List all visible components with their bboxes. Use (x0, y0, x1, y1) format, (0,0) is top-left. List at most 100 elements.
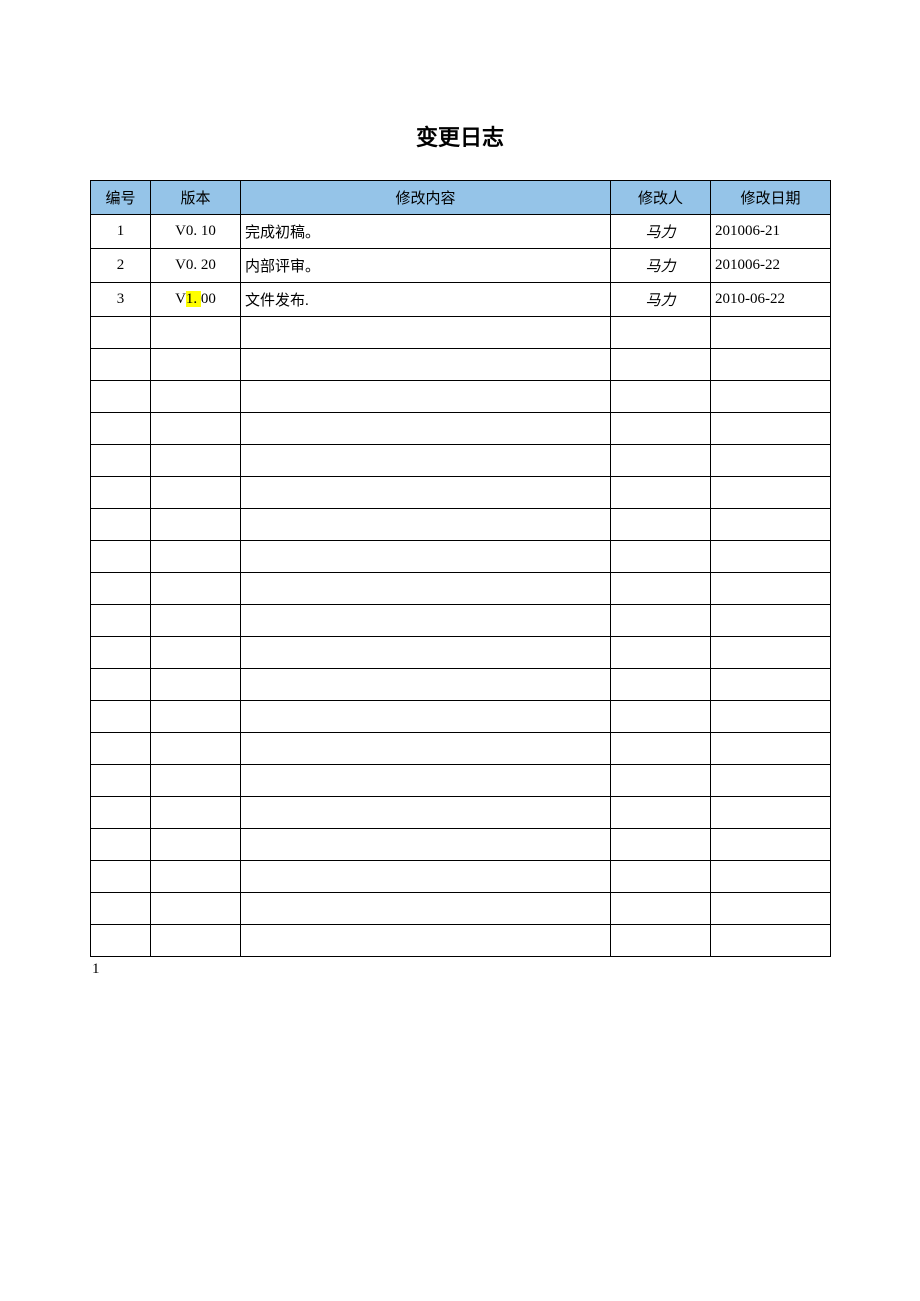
cell-modifier: 马力 (611, 249, 711, 283)
cell-empty (711, 637, 831, 669)
cell-empty (711, 445, 831, 477)
cell-empty (91, 605, 151, 637)
changelog-table: 编号 版本 修改内容 修改人 修改日期 1V0. 10完成初稿。马力201006… (90, 180, 831, 957)
cell-empty (91, 925, 151, 957)
cell-empty (91, 541, 151, 573)
cell-empty (241, 637, 611, 669)
cell-empty (91, 349, 151, 381)
cell-empty (611, 797, 711, 829)
cell-empty (241, 573, 611, 605)
cell-empty (241, 925, 611, 957)
version-highlight: 1. (186, 291, 201, 307)
cell-empty (711, 765, 831, 797)
cell-content: 内部评审。 (241, 249, 611, 283)
cell-empty (151, 445, 241, 477)
cell-empty (611, 861, 711, 893)
cell-empty (151, 861, 241, 893)
cell-empty (611, 445, 711, 477)
cell-empty (151, 413, 241, 445)
cell-empty (91, 765, 151, 797)
cell-empty (611, 829, 711, 861)
document-page: 变更日志 编号 版本 修改内容 修改人 修改日期 1V0. 10完成初稿。马力2… (0, 0, 920, 1018)
cell-empty (711, 733, 831, 765)
cell-empty (91, 797, 151, 829)
cell-empty (151, 925, 241, 957)
cell-empty (711, 893, 831, 925)
cell-content: 完成初稿。 (241, 215, 611, 249)
header-date: 修改日期 (711, 181, 831, 215)
cell-empty (611, 605, 711, 637)
cell-id: 3 (91, 283, 151, 317)
cell-empty (151, 541, 241, 573)
cell-empty (611, 317, 711, 349)
cell-empty (151, 573, 241, 605)
cell-empty (91, 893, 151, 925)
cell-empty (241, 445, 611, 477)
table-row-empty (91, 541, 831, 573)
version-prefix: V0. (175, 257, 201, 273)
cell-empty (91, 829, 151, 861)
cell-empty (91, 509, 151, 541)
table-row-empty (91, 509, 831, 541)
cell-empty (241, 733, 611, 765)
cell-empty (711, 605, 831, 637)
cell-empty (151, 381, 241, 413)
cell-empty (711, 861, 831, 893)
cell-empty (711, 797, 831, 829)
header-id: 编号 (91, 181, 151, 215)
cell-empty (241, 381, 611, 413)
cell-empty (611, 573, 711, 605)
cell-empty (611, 893, 711, 925)
cell-empty (711, 573, 831, 605)
table-row-empty (91, 381, 831, 413)
cell-empty (151, 637, 241, 669)
cell-version: V0. 20 (151, 249, 241, 283)
cell-empty (711, 381, 831, 413)
table-row: 3V1. 00文件发布.马力2010-06-22 (91, 283, 831, 317)
cell-empty (611, 637, 711, 669)
cell-empty (711, 477, 831, 509)
cell-empty (611, 701, 711, 733)
version-prefix: V (175, 291, 186, 307)
table-row-empty (91, 605, 831, 637)
table-row-empty (91, 765, 831, 797)
cell-empty (611, 413, 711, 445)
table-row-empty (91, 893, 831, 925)
cell-empty (91, 413, 151, 445)
cell-empty (151, 605, 241, 637)
cell-date: 201006-22 (711, 249, 831, 283)
cell-empty (91, 669, 151, 701)
cell-empty (241, 349, 611, 381)
cell-empty (151, 733, 241, 765)
cell-empty (241, 765, 611, 797)
cell-empty (241, 861, 611, 893)
cell-empty (91, 317, 151, 349)
table-row-empty (91, 477, 831, 509)
cell-empty (241, 669, 611, 701)
cell-empty (91, 861, 151, 893)
cell-id: 2 (91, 249, 151, 283)
cell-empty (241, 541, 611, 573)
cell-empty (241, 893, 611, 925)
cell-empty (711, 925, 831, 957)
cell-empty (241, 797, 611, 829)
table-row-empty (91, 669, 831, 701)
cell-empty (611, 669, 711, 701)
cell-empty (241, 317, 611, 349)
cell-empty (611, 733, 711, 765)
cell-empty (91, 381, 151, 413)
cell-empty (711, 701, 831, 733)
cell-empty (241, 477, 611, 509)
cell-empty (91, 637, 151, 669)
page-number: 1 (92, 961, 830, 978)
page-title: 变更日志 (90, 120, 830, 152)
table-row-empty (91, 733, 831, 765)
table-row-empty (91, 797, 831, 829)
table-row-empty (91, 701, 831, 733)
cell-empty (241, 509, 611, 541)
cell-empty (611, 925, 711, 957)
cell-empty (151, 829, 241, 861)
cell-empty (151, 669, 241, 701)
cell-date: 201006-21 (711, 215, 831, 249)
cell-empty (241, 413, 611, 445)
